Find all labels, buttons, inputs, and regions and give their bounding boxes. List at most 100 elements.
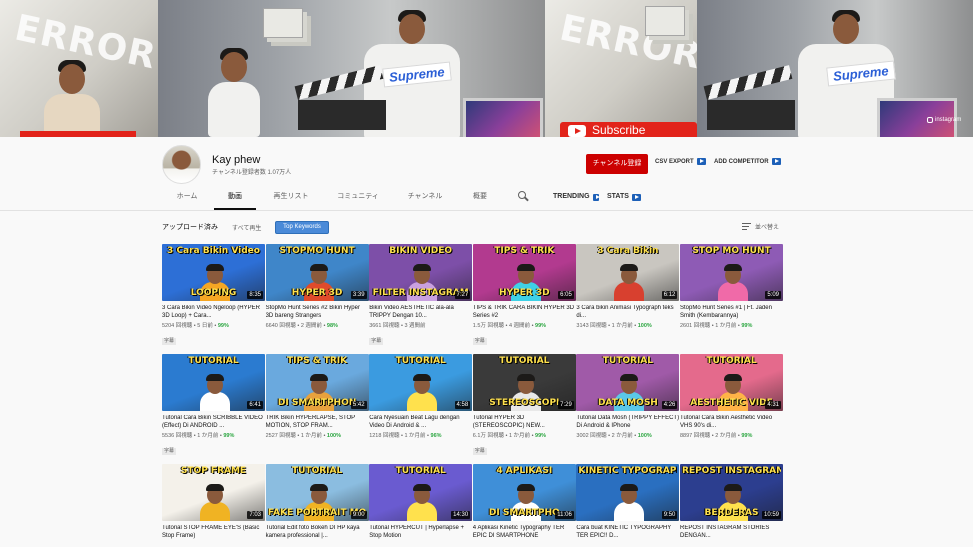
video-card[interactable]: TUTORIAL 14:30 Tutorial HYPERCUT | Hyperla…	[369, 464, 473, 540]
video-thumbnail[interactable]: STOP MO HUNT 5:09	[680, 244, 783, 301]
thumbnail-caption-top: BIKIN VIDEO	[389, 246, 453, 256]
play-all-link[interactable]: すべて再生	[232, 223, 261, 232]
video-title[interactable]: 3 Cara Bikin Video Ngeloop (HYPER 3D Loo…	[162, 305, 265, 320]
video-thumbnail[interactable]: 4 APLIKASI DI SMARTPHO 11:06	[472, 464, 576, 521]
video-card[interactable]: TIPS & TRIK HYPER 3D 6:05 TIPS & TRIK CARA …	[472, 244, 576, 347]
video-card[interactable]: TIPS & TRIK DI SMARTPHON 5:42 TRIK Bikin HY…	[265, 354, 369, 439]
thumbnail-person	[407, 392, 438, 411]
thumbnail-person	[200, 392, 230, 411]
thumbnail-face	[516, 484, 535, 504]
banner-dialog-windows	[263, 8, 303, 38]
tab-stats[interactable]: STATS	[607, 184, 641, 210]
video-card[interactable]: REPOST INSTAGRAM STORIESBERDERAS10:59 REP…	[680, 464, 783, 540]
add-competitor-button[interactable]: ADD COMPETITOR	[714, 158, 781, 165]
subscribe-button[interactable]: チャンネル登録	[586, 154, 648, 174]
thumbnail-face	[309, 264, 328, 284]
video-thumbnail[interactable]: STOPMO HUNT HYPER 3D 3:39	[265, 244, 369, 301]
video-title[interactable]: Cara Nyesuain Beat Lagu dengan Video Di …	[369, 415, 472, 430]
video-thumbnail[interactable]: STOP FRAME 7:03	[162, 464, 265, 521]
video-thumbnail[interactable]: BIKIN VIDEO FILTER INSTAGRAM 7:27	[369, 244, 473, 301]
tab-about[interactable]: 概要	[464, 184, 496, 210]
thumbnail-face	[620, 374, 639, 394]
video-title[interactable]: Tutorial HYPER 3D (STEREOSCOPIC) NEW...	[473, 415, 576, 430]
video-title[interactable]: StopMo Hunt Series #1 | Ft. Jaden Smith …	[680, 305, 783, 320]
video-meta: 3143 回視聴 • 1 か月前 • 100%	[576, 323, 652, 329]
video-card[interactable]: TUTORIAL STEREOSCOPI 7:29 Tutorial HYPER 3D…	[472, 354, 576, 457]
video-card[interactable]: STOP MO HUNT 5:09 StopMo Hunt Series #1 | …	[680, 244, 783, 329]
video-thumbnail[interactable]: TUTORIAL 6:41	[162, 354, 265, 411]
top-keywords-button[interactable]: Top Keywords	[275, 221, 329, 234]
sort-button[interactable]: 並べ替え	[742, 222, 779, 231]
video-card[interactable]: KINETIC TYPOGRAPHY 9:50 Cara buat KINETIC …	[576, 464, 680, 540]
clapperboard-icon-2	[707, 100, 795, 130]
tab-playlists[interactable]: 再生リスト	[264, 184, 318, 210]
video-title[interactable]: TRIK Bikin HYPERLAPSE, STOP MOTION, STOP…	[266, 415, 369, 430]
vidiq-arrow-icon	[771, 158, 781, 165]
video-title[interactable]: StopMo Hunt Series #2 Bikin Hyper 3D bar…	[266, 305, 369, 320]
video-title[interactable]: TIPS & TRIK CARA BIKIN HYPER 3D Series #…	[473, 305, 576, 320]
banner-subscribe-text: Subscribe	[592, 123, 646, 137]
video-card[interactable]: BIKIN VIDEO FILTER INSTAGRAM 7:27 Bikin Vid…	[369, 244, 473, 347]
video-title[interactable]: Tutorial Data Mosh (TRIPPY EFFECT) Di An…	[576, 415, 679, 430]
sort-icon	[742, 223, 751, 231]
video-title[interactable]: Tutorial Cara Bikin SCRIBBLE VIDEO (Effe…	[162, 415, 265, 430]
video-card[interactable]: 4 APLIKASI DI SMARTPHO 11:06 4 Aplikasi Kin…	[472, 464, 576, 540]
video-thumbnail[interactable]: REPOST INSTAGRAM STORIESBERDERAS10:59	[680, 464, 783, 521]
search-icon[interactable]	[518, 191, 529, 202]
tab-community[interactable]: コミュニティ	[330, 184, 386, 210]
video-duration: 5:42	[350, 401, 367, 409]
tab-channels[interactable]: チャンネル	[400, 184, 450, 210]
video-title[interactable]: REPOST INSTAGRAM STORIES DENGAN...	[680, 525, 783, 540]
video-title[interactable]: Tutorial Edit foto Bokeh DI HP kaya kame…	[266, 525, 369, 540]
video-thumbnail[interactable]: KINETIC TYPOGRAPHY 9:50	[576, 464, 680, 521]
video-thumbnail[interactable]: TUTORIAL 14:30	[369, 464, 473, 521]
video-thumbnail[interactable]: TUTORIAL AESTHETIC VIDE 4:31	[680, 354, 783, 411]
uploads-title[interactable]: アップロード済み	[162, 222, 218, 232]
video-card[interactable]: STOP FRAME 7:03 Tutorial STOP FRAME EYE'S …	[162, 464, 265, 540]
video-duration: 7:03	[247, 511, 263, 519]
video-title[interactable]: Tutorial HYPERCUT | Hyperlapse + Stop Mo…	[369, 525, 472, 540]
upload-age: 1 か月前	[300, 433, 322, 439]
video-title[interactable]: Tutorial STOP FRAME EYE'S (Basic Stop Fr…	[162, 525, 265, 540]
tab-home[interactable]: ホーム	[162, 184, 212, 210]
video-title[interactable]: 4 Aplikasi Kinetic Typography TER EPIC D…	[473, 525, 576, 540]
video-card[interactable]: 3 Cara Bikin 6:12 3 Cara bikin Animasi Typ…	[576, 244, 680, 329]
thumbnail-face	[620, 264, 639, 284]
video-card[interactable]: TUTORIAL 4:58 Cara Nyesuain Beat Lagu deng…	[369, 354, 473, 439]
video-thumbnail[interactable]: TIPS & TRIK HYPER 3D 6:05	[472, 244, 576, 301]
video-card[interactable]: TUTORIAL 6:41 Tutorial Cara Bikin SCRIBBLE…	[162, 354, 265, 457]
video-card[interactable]: TUTORIAL DATA MOSH 4:26 Tutorial Data Mosh …	[576, 354, 680, 439]
csv-export-button[interactable]: CSV EXPORT	[655, 158, 706, 165]
video-thumbnail[interactable]: TUTORIAL 4:58	[369, 354, 473, 411]
tab-videos[interactable]: 動画	[214, 184, 256, 210]
channel-avatar[interactable]	[162, 145, 201, 184]
video-thumbnail[interactable]: TUTORIAL DATA MOSH 4:26	[576, 354, 680, 411]
video-title[interactable]: Tutorial Cara Bikin Aesthetic Video VHS …	[680, 415, 783, 430]
video-thumbnail[interactable]: TUTORIAL FAKE PORTRAIT MO 9:00	[265, 464, 369, 521]
video-duration: 8:35	[247, 291, 263, 299]
video-card[interactable]: STOPMO HUNT HYPER 3D 3:39 StopMo Hunt Serie…	[265, 244, 369, 329]
vph-score: 100%	[637, 323, 652, 329]
vph-score: 99%	[741, 433, 753, 439]
view-count: 1.5万 回視聴	[472, 323, 504, 329]
video-thumbnail[interactable]: 3 Cara Bikin 6:12	[576, 244, 680, 301]
tab-trending[interactable]: TRENDING	[553, 184, 601, 210]
thumbnail-caption-top: 4 APLIKASI	[496, 466, 553, 476]
instagram-link[interactable]: instagram	[927, 117, 961, 123]
video-thumbnail[interactable]: 3 Cara Bikin Video LOOPING 8:35	[162, 244, 265, 301]
upload-age: 2 か月前	[611, 433, 633, 439]
view-count: 1218 回視聴	[369, 433, 400, 439]
video-thumbnail[interactable]: TIPS & TRIK DI SMARTPHON 5:42	[265, 354, 369, 411]
thumbnail-caption-top: STOPMO HUNT	[279, 246, 355, 256]
video-title[interactable]: 3 Cara bikin Animasi Typograph teks di..…	[576, 305, 679, 320]
video-card[interactable]: TUTORIAL AESTHETIC VIDE 4:31 Tutorial Cara …	[680, 354, 783, 439]
video-duration: 4:31	[765, 401, 781, 409]
video-thumbnail[interactable]: TUTORIAL STEREOSCOPI 7:29	[472, 354, 576, 411]
view-count: 2601 回視聴	[680, 323, 711, 329]
video-title[interactable]: Cara buat KINETIC TYPOGRAPHY TER EPIC!! …	[576, 525, 679, 540]
view-count: 3002 回視聴	[576, 433, 607, 439]
video-card[interactable]: TUTORIAL FAKE PORTRAIT MO 9:00 Tutorial Edi…	[265, 464, 369, 540]
video-title[interactable]: Bikin Video AESTHETIC ala-ala TRIPPY Den…	[369, 305, 472, 320]
video-card[interactable]: 3 Cara Bikin Video LOOPING 8:35 3 Cara Biki…	[162, 244, 265, 347]
upload-age: 2 か月前	[715, 433, 737, 439]
